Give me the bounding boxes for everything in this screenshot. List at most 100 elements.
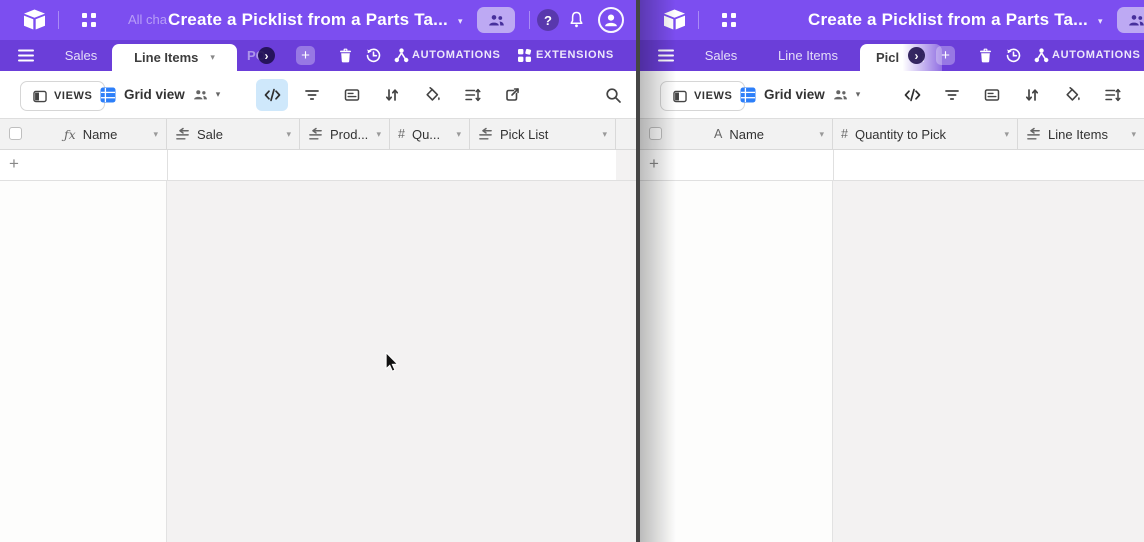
formula-icon: ƒx <box>64 127 76 142</box>
search-button[interactable] <box>597 79 629 111</box>
number-icon: # <box>841 127 848 141</box>
views-button[interactable]: VIEWS <box>20 81 105 111</box>
tab-scroll-right-icon[interactable]: › <box>258 47 275 64</box>
sort-button[interactable] <box>1016 79 1048 111</box>
column-header-quantity[interactable]: # Qu... ▾ <box>390 119 470 149</box>
group-button[interactable] <box>976 79 1008 111</box>
chevron-down-icon[interactable]: ▾ <box>210 52 215 63</box>
view-name: Grid view <box>764 87 825 102</box>
avatar[interactable] <box>598 7 624 33</box>
collaborators-icon <box>193 89 208 101</box>
tab-line-items[interactable]: Line Items ▾ <box>112 44 237 71</box>
hide-fields-button[interactable] <box>256 79 288 111</box>
chevron-down-icon[interactable]: ▾ <box>456 129 461 140</box>
column-label: Quantity to Pick <box>855 127 946 142</box>
history-icon[interactable] <box>1006 48 1021 63</box>
share-button[interactable] <box>1117 7 1144 33</box>
notifications-bell-icon[interactable] <box>568 11 585 29</box>
views-button[interactable]: VIEWS <box>660 81 745 111</box>
tab-scroll-right-icon[interactable]: › <box>908 47 925 64</box>
extensions-button[interactable]: EXTENSIONS <box>536 49 614 61</box>
column-header-quantity-to-pick[interactable]: # Quantity to Pick ▾ <box>833 119 1018 149</box>
search-icon <box>605 87 622 104</box>
single-line-text-icon: A <box>714 127 722 141</box>
chevron-right-icon: › <box>915 49 919 63</box>
tab-line-items[interactable]: Line Items <box>752 40 864 71</box>
airtable-logo-icon[interactable] <box>22 9 47 31</box>
chevron-down-icon[interactable]: ▾ <box>376 129 381 140</box>
table-tab-bar: Sales Line Items Picl Li › + AUTOMATIONS <box>640 40 1144 71</box>
base-title-chevron-down-icon[interactable]: ▾ <box>1098 16 1103 27</box>
add-table-button[interactable]: + <box>296 46 315 65</box>
add-record-row[interactable]: + <box>0 150 637 181</box>
tab-sales[interactable]: Sales <box>695 40 747 71</box>
hamburger-menu-icon[interactable] <box>18 49 34 62</box>
tab-label: Sales <box>65 48 98 63</box>
color-button[interactable] <box>416 79 448 111</box>
group-icon <box>344 87 360 103</box>
apps-grid-icon[interactable] <box>722 13 736 27</box>
chevron-down-icon[interactable]: ▾ <box>286 129 291 140</box>
chevron-down-icon[interactable]: ▾ <box>819 129 824 140</box>
row-height-button[interactable] <box>456 79 488 111</box>
linked-record-icon <box>175 127 190 142</box>
column-header-pick-list[interactable]: Pick List ▾ <box>470 119 616 149</box>
column-label: Prod... <box>330 127 368 142</box>
filter-button[interactable] <box>936 79 968 111</box>
column-header-row: A Name ▾ # Quantity to Pick ▾ Line Items… <box>640 119 1144 150</box>
column-header-product[interactable]: Prod... ▾ <box>300 119 390 149</box>
column-label: Sale <box>197 127 223 142</box>
help-button[interactable]: ? <box>537 9 559 31</box>
column-header-sale[interactable]: Sale ▾ <box>167 119 300 149</box>
history-icon[interactable] <box>366 48 381 63</box>
trash-icon[interactable] <box>339 48 352 63</box>
grid-canvas[interactable] <box>0 181 637 542</box>
panel-left: All cha Create a Picklist from a Parts T… <box>0 0 637 542</box>
add-record-row[interactable]: + <box>640 150 1144 181</box>
add-record-plus-icon[interactable]: + <box>9 155 19 172</box>
toolbar-icons <box>896 79 1128 111</box>
hide-fields-button[interactable] <box>896 79 928 111</box>
add-table-button[interactable]: + <box>936 46 955 65</box>
share-view-icon <box>504 87 520 103</box>
sort-button[interactable] <box>376 79 408 111</box>
view-switcher[interactable]: Grid view ▾ <box>100 71 220 118</box>
automations-button[interactable]: AUTOMATIONS <box>1052 49 1141 61</box>
share-view-button[interactable] <box>496 79 528 111</box>
screenshot-root: All cha Create a Picklist from a Parts T… <box>0 0 1144 542</box>
base-title-chevron-down-icon[interactable]: ▾ <box>458 16 463 27</box>
chevron-down-icon[interactable]: ▾ <box>1004 129 1009 140</box>
tab-label: Sales <box>705 48 738 63</box>
column-header-line-items[interactable]: Line Items ▾ <box>1018 119 1144 149</box>
hamburger-menu-icon[interactable] <box>658 49 674 62</box>
color-button[interactable] <box>1056 79 1088 111</box>
base-title[interactable]: Create a Picklist from a Parts Ta... <box>168 10 448 30</box>
tab-label: Picl <box>876 50 899 65</box>
app-header: Create a Picklist from a Parts Ta... ▾ <box>640 0 1144 40</box>
filter-button[interactable] <box>296 79 328 111</box>
view-switcher[interactable]: Grid view ▾ <box>740 71 860 118</box>
trash-icon[interactable] <box>979 48 992 63</box>
automations-button[interactable]: AUTOMATIONS <box>412 49 501 61</box>
chevron-down-icon[interactable]: ▾ <box>602 129 607 140</box>
grid-canvas[interactable] <box>640 181 1144 542</box>
tab-sales[interactable]: Sales <box>55 40 107 71</box>
column-header-name[interactable]: A Name ▾ <box>640 119 833 149</box>
group-button[interactable] <box>336 79 368 111</box>
automations-icon[interactable] <box>1034 48 1049 63</box>
column-header-name[interactable]: ƒx Name ▾ <box>0 119 167 149</box>
column-label: Qu... <box>412 127 440 142</box>
row-height-button[interactable] <box>1096 79 1128 111</box>
base-title[interactable]: Create a Picklist from a Parts Ta... <box>808 10 1088 30</box>
chevron-down-icon[interactable]: ▾ <box>1131 129 1136 140</box>
chevron-down-icon[interactable]: ▾ <box>153 129 158 140</box>
add-record-plus-icon[interactable]: + <box>649 155 659 172</box>
automations-icon[interactable] <box>394 48 409 63</box>
airtable-logo-icon[interactable] <box>662 9 687 31</box>
share-button[interactable] <box>477 7 515 33</box>
paint-bucket-icon <box>424 87 441 103</box>
extensions-icon[interactable] <box>517 48 532 63</box>
apps-grid-icon[interactable] <box>82 13 96 27</box>
toolbar-icons <box>256 79 528 111</box>
tab-pick-list-new[interactable]: Picl Li <box>860 44 942 71</box>
